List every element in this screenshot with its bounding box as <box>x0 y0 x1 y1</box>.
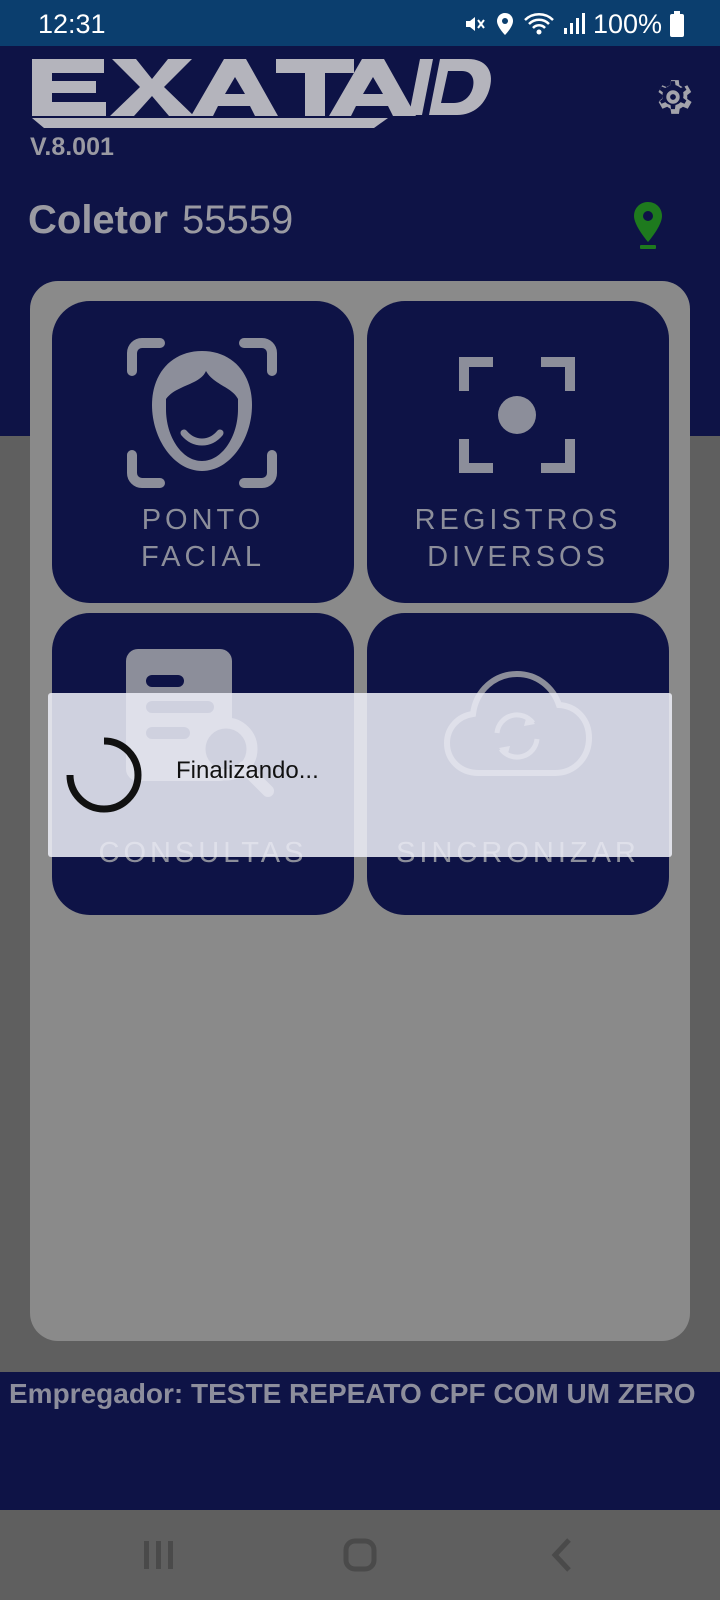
back-button[interactable] <box>532 1532 592 1578</box>
face-scan-icon <box>127 338 277 488</box>
employer-text: Empregador: TESTE REPEATO CPF COM UM ZER… <box>9 1378 696 1409</box>
app-version: V.8.001 <box>30 133 114 161</box>
system-navigation-bar <box>0 1510 720 1600</box>
gear-icon <box>658 80 692 114</box>
collector-value: 55559 <box>182 198 294 242</box>
wifi-icon <box>524 13 554 35</box>
tile-ponto-facial[interactable]: PONTO FACIAL <box>52 301 354 603</box>
settings-button[interactable] <box>650 74 696 120</box>
tile-registros-diversos[interactable]: REGISTROS DIVERSOS <box>367 301 669 603</box>
tile-label-line1: PONTO <box>141 504 265 536</box>
status-icons: 100% <box>463 9 684 39</box>
home-icon <box>343 1538 377 1572</box>
tile-label-line2: DIVERSOS <box>427 541 609 573</box>
signal-icon <box>563 13 585 34</box>
spinner-icon <box>66 737 142 813</box>
loading-dialog: Finalizando... <box>48 693 672 857</box>
exata-id-logo <box>28 55 498 135</box>
battery-icon <box>670 11 684 37</box>
recents-icon <box>144 1541 173 1569</box>
status-bar: 12:31 100% <box>0 0 720 46</box>
home-button[interactable] <box>330 1532 390 1578</box>
mute-icon <box>465 17 485 31</box>
tile-label-line1: REGISTROS <box>414 504 622 536</box>
recents-button[interactable] <box>128 1532 188 1578</box>
location-status-icon <box>496 13 513 35</box>
collector-info: Coletor 55559 <box>28 198 293 243</box>
location-pin-icon <box>630 200 666 255</box>
status-time: 12:31 <box>38 9 106 39</box>
collector-label: Coletor <box>28 198 168 242</box>
focus-dot-icon <box>459 357 575 473</box>
tile-label-line2: FACIAL <box>141 541 265 573</box>
battery-percent: 100% <box>592 8 662 39</box>
loading-message: Finalizando... <box>176 757 319 784</box>
back-icon <box>551 1538 571 1572</box>
